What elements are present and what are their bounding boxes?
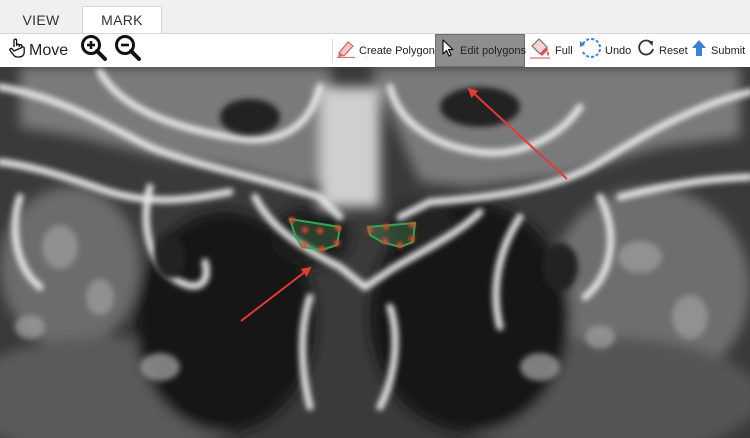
- zoom-out-button[interactable]: [114, 34, 142, 67]
- hand-pointer-icon: [8, 38, 26, 63]
- move-tool-label: Move: [29, 41, 69, 59]
- mri-scan-image: [0, 67, 750, 438]
- undo-arrow-icon: [578, 36, 602, 65]
- full-label: Full: [555, 44, 573, 57]
- toolbar-divider: [332, 39, 333, 63]
- mode-tab-bar: VIEW MARK: [0, 0, 750, 34]
- zoom-in-icon: [80, 34, 108, 67]
- cursor-arrow-icon: [440, 39, 456, 62]
- paint-bucket-icon: [528, 37, 552, 64]
- upload-arrow-icon: [690, 38, 708, 63]
- eraser-pencil-icon: [336, 38, 356, 63]
- undo-button[interactable]: Undo: [578, 34, 631, 67]
- edit-polygons-label: Edit polygons: [460, 44, 527, 57]
- edit-polygons-button[interactable]: Edit polygons: [435, 34, 527, 67]
- move-tool-button[interactable]: Move: [8, 34, 68, 67]
- reset-label: Reset: [659, 44, 688, 57]
- tab-mark[interactable]: MARK: [82, 6, 162, 33]
- annotation-toolbar: Move Create Polygons Edit polygons Full …: [0, 34, 750, 67]
- create-polygons-button[interactable]: Create Polygons: [336, 34, 440, 67]
- reset-refresh-icon: [636, 38, 656, 63]
- zoom-out-icon: [114, 34, 142, 67]
- tab-view[interactable]: VIEW: [0, 6, 82, 33]
- zoom-in-button[interactable]: [80, 34, 108, 67]
- create-polygons-label: Create Polygons: [359, 44, 441, 57]
- submit-label: Submit: [711, 44, 746, 57]
- full-button[interactable]: Full: [528, 34, 573, 67]
- mri-image-canvas[interactable]: [0, 67, 750, 438]
- reset-button[interactable]: Reset: [636, 34, 688, 67]
- undo-label: Undo: [605, 44, 632, 57]
- submit-button[interactable]: Submit: [690, 34, 745, 67]
